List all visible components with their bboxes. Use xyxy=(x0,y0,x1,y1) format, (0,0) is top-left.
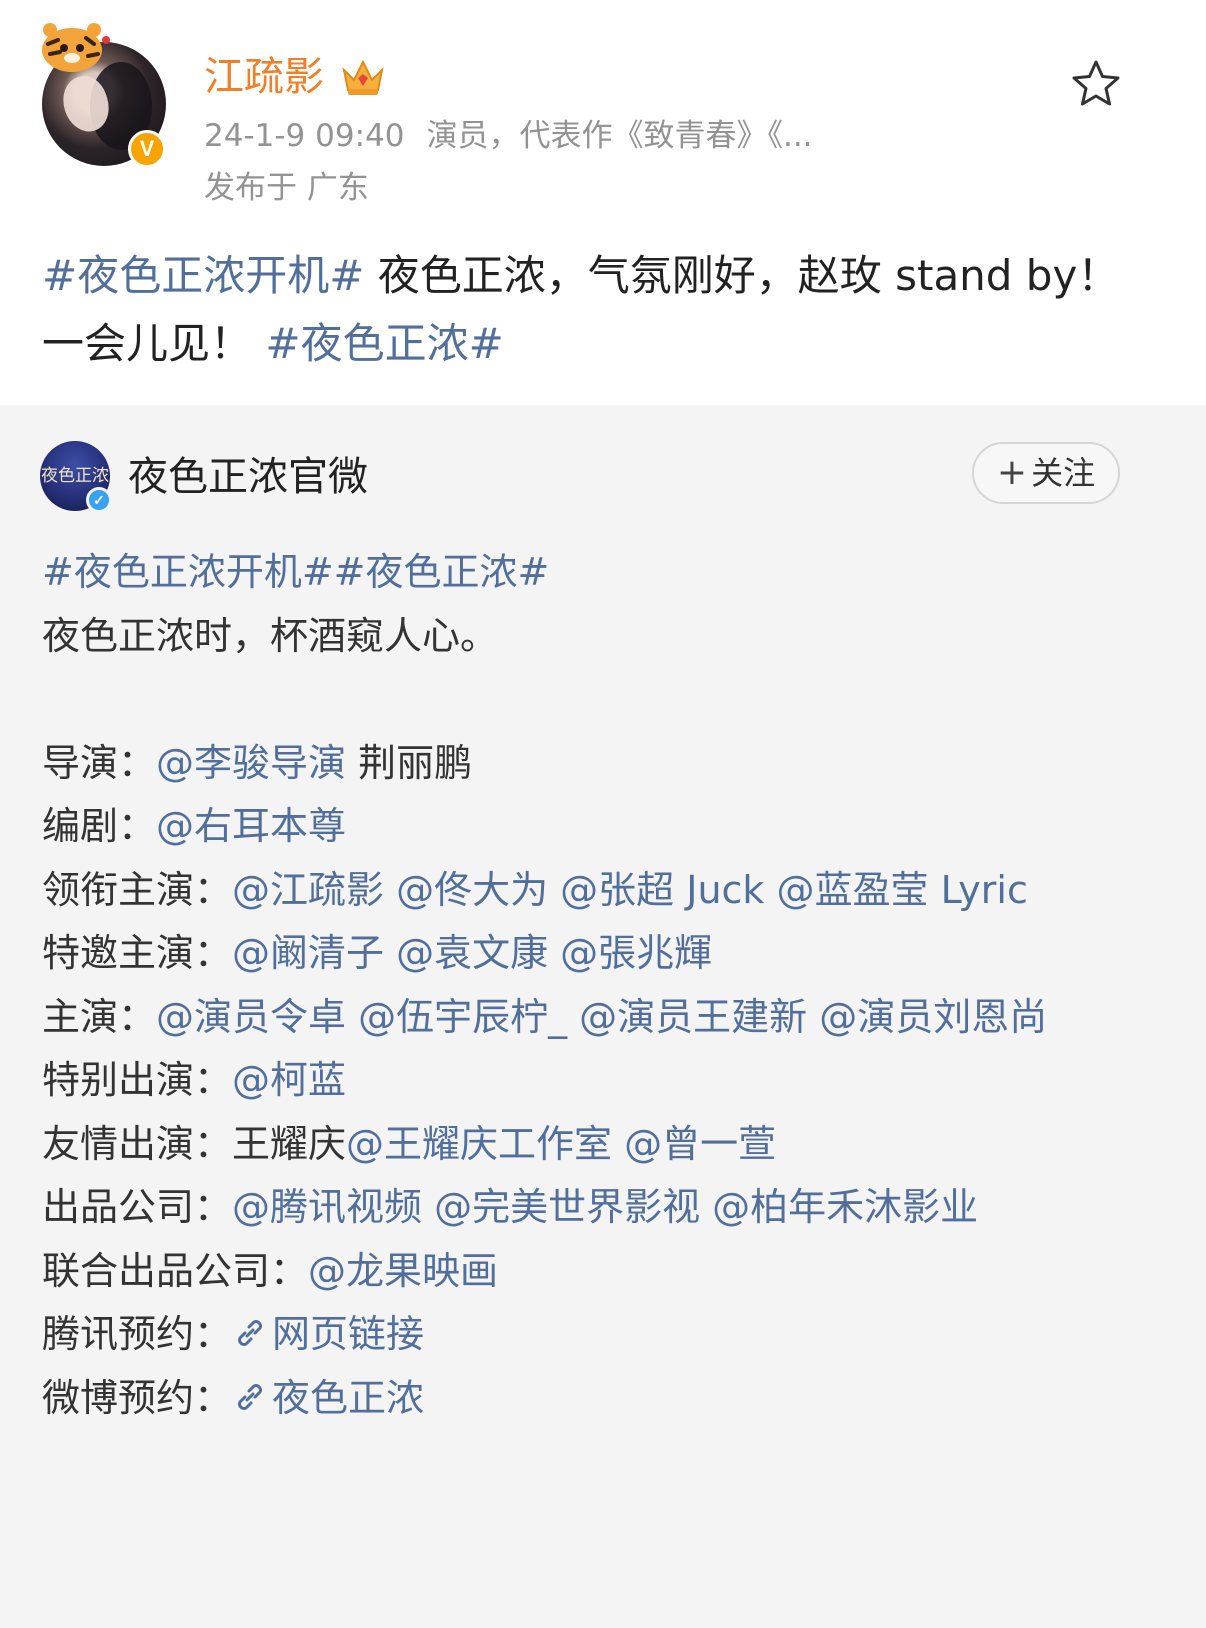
credit-mentions[interactable]: @演员令卓 @伍宇辰柠_ @演员王建新 @演员刘恩尚 xyxy=(156,995,1047,1039)
credit-mentions[interactable]: @腾讯视频 @完美世界影视 @柏年禾沐影业 xyxy=(232,1185,978,1229)
hashtag-link[interactable]: #夜色正浓# xyxy=(265,319,503,368)
credit-plain: 王耀庆 xyxy=(232,1121,347,1166)
tiger-pendant-icon xyxy=(42,23,110,72)
reservation-line: 腾讯预约： 网页链接 xyxy=(42,1303,1142,1367)
link-icon xyxy=(238,1383,262,1410)
link-icon xyxy=(238,1320,262,1346)
username[interactable]: 江疏影 xyxy=(204,50,324,104)
user-bio: 演员，代表作《致青春》《... xyxy=(426,118,813,154)
credit-line: 出品公司：@腾讯视频 @完美世界影视 @柏年禾沐影业 xyxy=(42,1176,1142,1240)
reservation-label: 腾讯预约： xyxy=(42,1312,233,1356)
credit-line: 联合出品公司：@龙果映画 xyxy=(42,1240,1142,1304)
credit-label: 特邀主演： xyxy=(42,931,233,975)
credit-plain: 荆丽鹏 xyxy=(346,740,473,785)
repost-account-name[interactable]: 夜色正浓官微 xyxy=(128,449,368,505)
credit-line: 友情出演：王耀庆@王耀庆工作室 @曾一萱 xyxy=(42,1113,1142,1177)
credit-mentions[interactable]: @右耳本尊 xyxy=(156,804,346,848)
credit-label: 导演： xyxy=(42,740,157,785)
repost-body: #夜色正浓开机##夜色正浓# 夜色正浓时，杯酒窥人心。 导演：@李骏导演 荆丽鹏… xyxy=(42,541,1142,1430)
credit-label: 编剧： xyxy=(42,804,157,848)
credit-label: 友情出演： xyxy=(42,1121,233,1166)
post-timestamp: 24-1-9 09:40 xyxy=(204,118,405,154)
credit-mentions[interactable]: @阚清子 @袁文康 @張兆輝 xyxy=(232,931,712,975)
credit-mentions[interactable]: @柯蓝 xyxy=(232,1058,346,1102)
credit-line: 编剧：@右耳本尊 xyxy=(42,795,1142,859)
credit-mentions[interactable]: @王耀庆工作室 @曾一萱 xyxy=(346,1122,776,1166)
credit-label: 出品公司： xyxy=(42,1185,233,1229)
credit-line: 主演：@演员令卓 @伍宇辰柠_ @演员王建新 @演员刘恩尚 xyxy=(42,986,1142,1050)
credit-mentions[interactable]: @江疏影 @佟大为 @张超 Juck @蓝盈莹 Lyric xyxy=(232,868,1028,912)
crown-icon xyxy=(342,59,384,95)
repost-slogan: 夜色正浓时，杯酒窥人心。 xyxy=(42,613,499,658)
post-location: 发布于 广东 xyxy=(204,170,369,206)
repost-hashtags[interactable]: #夜色正浓开机##夜色正浓# xyxy=(42,541,1142,605)
weibo-link-text: 夜色正浓 xyxy=(272,1375,425,1420)
credit-line: 领衔主演：@江疏影 @佟大为 @张超 Juck @蓝盈莹 Lyric xyxy=(42,859,1142,923)
web-link[interactable]: 网页链接 xyxy=(232,1312,424,1356)
star-outline-icon[interactable] xyxy=(1070,58,1122,108)
post-meta: 24-1-9 09:40 演员，代表作《致青春》《... xyxy=(204,114,813,158)
follow-button[interactable]: + 关注 xyxy=(972,442,1120,504)
credit-line: 导演：@李骏导演 荆丽鹏 xyxy=(42,732,1142,796)
original-post: V 江疏影 24-1-9 09:40 演员，代表作《致青春》《... 发布于 广东… xyxy=(0,0,1206,420)
weibo-link[interactable]: 夜色正浓 xyxy=(232,1376,424,1420)
post-text: #夜色正浓开机# 夜色正浓，气氛刚好，赵玫 stand by！一会儿见！ #夜色… xyxy=(42,242,1122,378)
credit-label: 领衔主演： xyxy=(42,867,233,912)
reposted-card[interactable]: 夜色正浓 ✓ 夜色正浓官微 + 关注 #夜色正浓开机##夜色正浓# 夜色正浓时，杯… xyxy=(0,405,1206,1628)
blue-verified-badge-icon: ✓ xyxy=(86,487,112,513)
plus-icon: + xyxy=(996,452,1028,493)
credit-label: 特别出演： xyxy=(42,1058,233,1102)
credit-mentions[interactable]: @龙果映画 xyxy=(308,1249,498,1293)
credit-line: 特别出演：@柯蓝 xyxy=(42,1049,1142,1113)
verified-badge-icon: V xyxy=(128,130,166,168)
reservation-label: 微博预约： xyxy=(42,1375,233,1420)
follow-label: 关注 xyxy=(1031,454,1096,492)
credit-line: 特邀主演：@阚清子 @袁文康 @張兆輝 xyxy=(42,922,1142,986)
reservation-line: 微博预约： 夜色正浓 xyxy=(42,1367,1142,1431)
web-link-text: 网页链接 xyxy=(272,1312,425,1356)
credit-mentions[interactable]: @李骏导演 xyxy=(156,741,346,785)
hashtag-link[interactable]: #夜色正浓开机# xyxy=(42,251,364,300)
credit-label: 联合出品公司： xyxy=(42,1248,309,1293)
credit-label: 主演： xyxy=(42,994,157,1039)
